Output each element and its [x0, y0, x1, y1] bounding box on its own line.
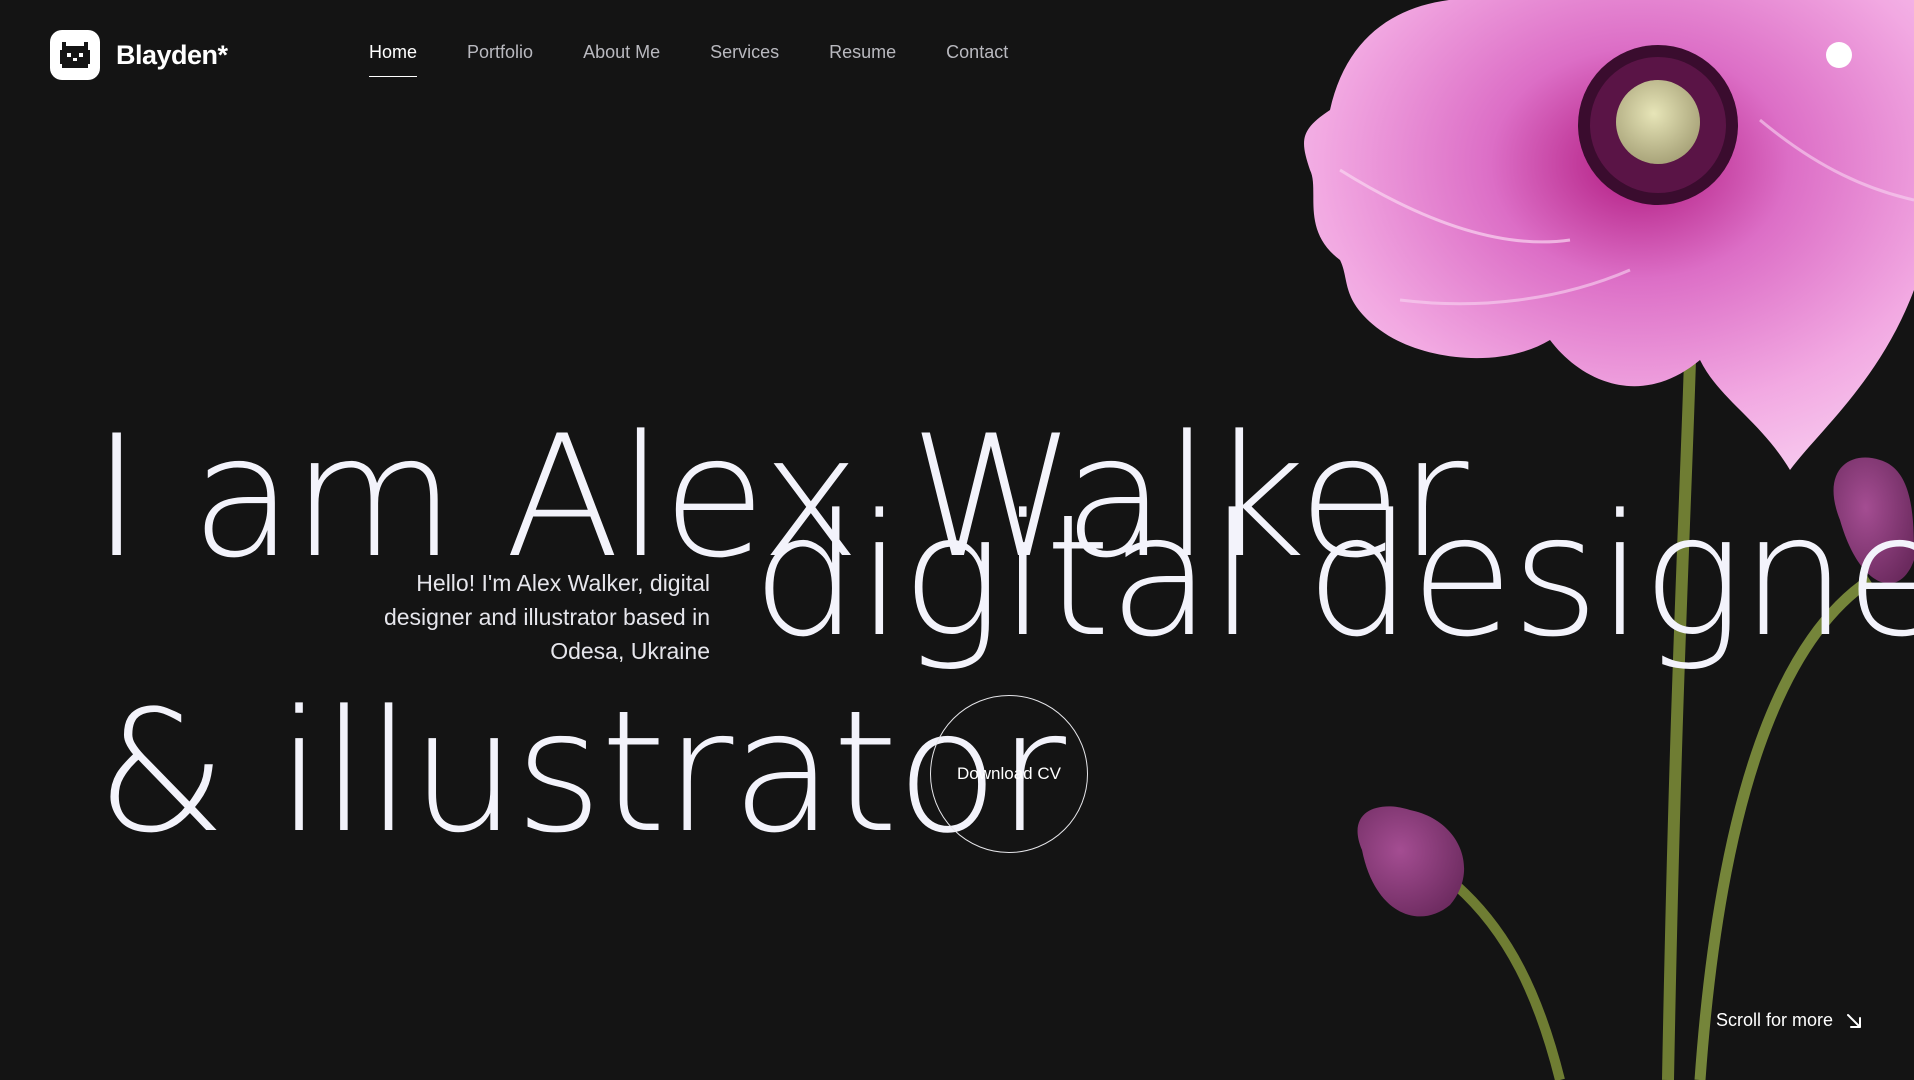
scroll-label: Scroll for more — [1716, 1010, 1834, 1030]
pixel-cat-icon — [50, 30, 100, 80]
scroll-for-more-link[interactable]: Scroll for more — [1716, 1010, 1863, 1031]
brand-logo[interactable]: Blayden* — [50, 30, 228, 80]
hero-heading-line-3: & illustrator — [96, 674, 1066, 870]
main-nav: Home Portfolio About Me Services Resume … — [369, 42, 1008, 77]
arrow-down-right-icon — [1847, 1013, 1862, 1028]
page: Blayden* Home Portfolio About Me Service… — [0, 0, 1914, 1080]
nav-item-contact[interactable]: Contact — [946, 42, 1008, 63]
menu-dot-icon[interactable] — [1826, 42, 1852, 68]
brand-name: Blayden* — [116, 39, 228, 70]
nav-item-resume[interactable]: Resume — [829, 42, 896, 63]
download-cv-label: Download CV — [957, 764, 1061, 783]
download-cv-button[interactable]: Download CV — [930, 695, 1088, 853]
nav-item-about-me[interactable]: About Me — [583, 42, 660, 63]
nav-item-portfolio[interactable]: Portfolio — [467, 42, 533, 63]
nav-item-home[interactable]: Home — [369, 42, 418, 77]
hero-heading-line-2: digital designer — [752, 478, 1914, 674]
intro-text: Hello! I'm Alex Walker, digital designer… — [383, 570, 710, 664]
nav-item-services[interactable]: Services — [710, 42, 779, 63]
